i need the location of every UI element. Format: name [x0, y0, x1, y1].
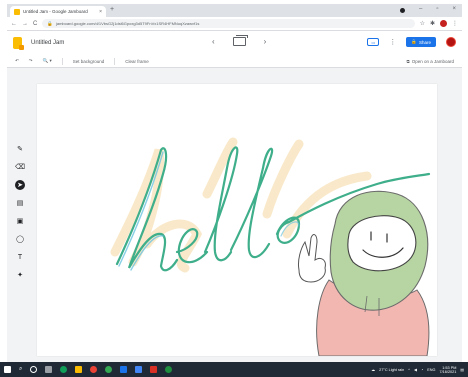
media-icon[interactable] — [150, 366, 158, 373]
extensions: ☆ ✱ ⋮ — [420, 20, 458, 27]
weather-text[interactable]: 27°C Light rain — [379, 368, 404, 372]
taskbar: ⌕ ☁ 27°C Light rain ^ ◀ ◔ ENG 1:53 PM 7/… — [0, 362, 468, 377]
file-explorer-icon[interactable] — [75, 366, 83, 373]
meet-icon[interactable] — [165, 366, 173, 373]
select-tool-icon[interactable]: ➤ — [15, 180, 25, 190]
sticky-note-tool-icon[interactable]: ▤ — [15, 198, 25, 208]
open-on-jamboard-label: Open on a Jamboard — [411, 58, 454, 64]
profile-dot-icon[interactable] — [400, 8, 405, 13]
share-lock-icon: 🔒 — [411, 39, 417, 44]
tab-title: Untitled Jam - Google Jamboard — [23, 9, 88, 14]
whiteboard-frame[interactable] — [37, 84, 437, 356]
browser-menu-icon[interactable]: ⋮ — [452, 20, 458, 27]
eraser-tool-icon[interactable]: ⌫ — [15, 162, 25, 172]
search-icon[interactable]: ⌕ — [19, 366, 22, 373]
text-box-tool-icon[interactable]: T — [15, 252, 25, 262]
task-view-icon[interactable] — [45, 366, 53, 373]
next-frame-button[interactable]: › — [264, 37, 267, 46]
hello-ink-l2 — [229, 147, 274, 259]
tool-panel: ✎ ⌫ ➤ ▤ ▣ ◯ T ✦ — [12, 144, 28, 280]
clock-date: 7/16/2021 — [439, 369, 457, 374]
browser-tab[interactable]: Untitled Jam - Google Jamboard × — [10, 6, 106, 17]
cortana-icon[interactable] — [30, 366, 38, 373]
minimize-button[interactable]: – — [419, 6, 422, 13]
windows-start-icon[interactable] — [4, 366, 11, 373]
jamboard-logo-icon[interactable] — [13, 37, 24, 50]
character-peace-hand — [298, 234, 326, 283]
more-options-icon[interactable]: ⋮ — [389, 38, 396, 46]
address-bar-row: ← → C 🔒 jamboard.google.com/d/1VbsG2j1ds… — [7, 17, 462, 31]
laser-tool-icon[interactable]: ✦ — [15, 270, 25, 280]
reload-button[interactable]: C — [33, 21, 37, 27]
notifications-icon[interactable]: ▤ — [460, 367, 464, 372]
lock-icon: 🔒 — [47, 20, 53, 26]
user-avatar[interactable] — [446, 37, 456, 47]
weather-icon[interactable]: ☁ — [371, 367, 375, 372]
zoom-button[interactable]: 🔍 ▾ — [43, 58, 52, 64]
zoom-icon: 🔍 — [42, 58, 49, 63]
volume-icon[interactable]: ◀ — [414, 367, 417, 372]
extension-puzzle-icon[interactable]: ✱ — [430, 20, 435, 27]
system-tray: ☁ 27°C Light rain ^ ◀ ◔ ENG 1:53 PM 7/16… — [371, 366, 464, 374]
share-button[interactable]: 🔒 Share — [406, 37, 436, 47]
close-window-button[interactable]: × — [452, 6, 456, 13]
pen-tool-icon[interactable]: ✎ — [15, 144, 25, 154]
jam-toolbar: ↶ ↷ 🔍 ▾ Set background Clear frame ⧉ Ope… — [7, 55, 462, 68]
back-button[interactable]: ← — [11, 21, 17, 27]
tray-chevron-icon[interactable]: ^ — [408, 368, 410, 372]
screen: Untitled Jam - Google Jamboard × + – ▫ ×… — [0, 0, 468, 377]
window-controls: – ▫ × — [400, 6, 456, 13]
set-background-button[interactable]: Set background — [73, 59, 105, 64]
store-icon[interactable] — [120, 366, 128, 373]
edge-icon[interactable] — [60, 366, 68, 373]
url-text: jamboard.google.com/d/1VbsG2j1dsl6Gpoxg3… — [55, 21, 200, 26]
toolbar-divider — [114, 57, 116, 65]
new-tab-button[interactable]: + — [110, 6, 114, 13]
undo-button[interactable]: ↶ — [15, 58, 19, 64]
bookmark-star-icon[interactable]: ☆ — [420, 20, 425, 27]
circle-tool-icon[interactable]: ◯ — [15, 234, 25, 244]
app-icon[interactable] — [105, 366, 113, 373]
canvas-area: ✎ ⌫ ➤ ▤ ▣ ◯ T ✦ — [7, 68, 462, 362]
app-header: Untitled Jam ‹ › ▭ ⋮ 🔒 Share — [7, 31, 462, 55]
frame-switcher: ‹ › — [212, 35, 267, 46]
language-indicator[interactable]: ENG — [427, 368, 435, 372]
jam-title[interactable]: Untitled Jam — [31, 40, 64, 46]
drawing-layer — [110, 137, 431, 356]
zoom-caret-icon: ▾ — [49, 58, 52, 63]
maximize-button[interactable]: ▫ — [436, 6, 438, 13]
url-input[interactable]: 🔒 jamboard.google.com/d/1VbsG2j1dsl6Gpox… — [42, 19, 415, 28]
taskbar-apps: ⌕ — [4, 366, 173, 373]
frame-bar-icon[interactable] — [232, 35, 248, 46]
previous-frame-button[interactable]: ‹ — [212, 37, 215, 46]
forward-button[interactable]: → — [22, 21, 28, 27]
open-on-jamboard-button[interactable]: ⧉ Open on a Jamboard — [407, 59, 455, 64]
jamboard-favicon-icon — [14, 8, 20, 15]
toolbar-divider — [61, 57, 63, 65]
browser-profile-avatar[interactable] — [440, 20, 447, 27]
chrome-icon[interactable] — [90, 366, 98, 373]
clock[interactable]: 1:53 PM 7/16/2021 — [440, 366, 457, 374]
redo-button[interactable]: ↷ — [29, 58, 33, 64]
share-label: Share — [418, 39, 431, 45]
tab-close-icon[interactable]: × — [99, 9, 102, 15]
character-face — [347, 215, 417, 272]
clear-frame-button[interactable]: Clear frame — [125, 59, 149, 64]
network-icon[interactable]: ◔ — [421, 368, 423, 372]
present-button[interactable]: ▭ — [367, 38, 380, 46]
browser-tab-strip: Untitled Jam - Google Jamboard × + – ▫ × — [7, 4, 462, 17]
image-tool-icon[interactable]: ▣ — [15, 216, 25, 226]
jamboard-device-icon: ⧉ — [406, 58, 410, 64]
header-actions: ▭ ⋮ 🔒 Share — [367, 37, 456, 47]
mail-icon[interactable] — [135, 366, 143, 373]
